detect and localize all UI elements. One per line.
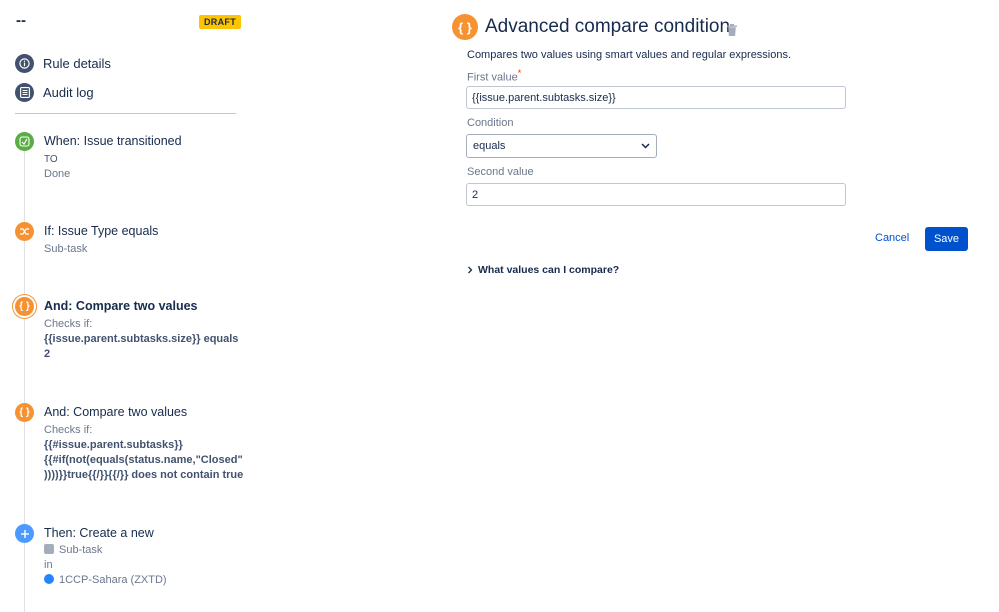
step-and1-checks: Checks if: [44,318,93,330]
step-if[interactable]: If: Issue Type equals Sub-task [15,222,245,257]
step-then-title: Then: Create a new [44,526,154,540]
transition-icon [15,132,34,151]
step-and-compare-2[interactable]: { } And: Compare two values Checks if: {… [15,403,245,483]
plus-icon [15,524,34,543]
step-trigger-to-label: TO [44,154,58,165]
step-and1-line2: 2 [44,348,51,360]
step-and1-title: And: Compare two values [44,299,198,313]
step-and-compare-1[interactable]: { } And: Compare two values Checks if: {… [15,297,245,362]
shuffle-icon [15,222,34,241]
save-button[interactable]: Save [925,227,968,251]
step-and2-line2: {{#if(not(equals(status.name,"Closed" [44,454,243,466]
first-value-input[interactable] [466,86,846,109]
step-if-value: Sub-task [44,243,88,255]
step-then-in: in [44,559,53,571]
step-and1-line1: {{issue.parent.subtasks.size}} equals [44,333,239,345]
status-badge: DRAFT [199,15,241,29]
second-value-label: Second value [467,166,534,178]
panel-description: Compares two values using smart values a… [467,49,792,61]
step-then-project: 1CCP-Sahara (ZXTD) [59,574,167,586]
rule-title: -- [16,12,26,29]
condition-select[interactable]: equals [466,134,657,158]
cancel-button[interactable]: Cancel [875,232,909,244]
step-trigger-title: When: Issue transitioned [44,134,182,148]
braces-icon: { } [15,403,34,422]
nav-rule-details[interactable]: Rule details [15,53,111,73]
step-trigger-to-value: Done [44,168,71,180]
nav-rule-details-label: Rule details [43,55,111,71]
step-then-create[interactable]: Then: Create a new Sub-task in 1CCP-Saha… [15,524,245,588]
rule-sidebar: -- DRAFT Rule details Audit log When: Is… [0,0,250,612]
page-title: Advanced compare condition [485,16,731,37]
divider [15,113,236,114]
condition-select-value: equals [473,140,506,152]
chevron-down-icon [641,143,650,149]
trash-icon[interactable] [727,23,737,36]
help-expander[interactable]: What values can I compare? [466,264,619,276]
first-value-label: First value* [467,68,522,84]
nav-audit-log[interactable]: Audit log [15,82,94,102]
list-icon [15,82,34,102]
info-icon [15,53,34,73]
subtask-icon [44,544,54,554]
second-value-input[interactable] [466,183,846,206]
step-trigger[interactable]: When: Issue transitioned TO Done [15,132,245,182]
step-and2-line1: {{#issue.parent.subtasks}} [44,439,183,451]
help-expander-label: What values can I compare? [478,264,620,276]
step-if-title: If: Issue Type equals [44,224,159,238]
step-and2-line3: ))))}}true{{/}}{{/}} does not contain tr… [44,469,244,481]
step-and2-checks: Checks if: [44,424,93,436]
chevron-right-icon [468,266,473,274]
braces-icon: { } [452,14,478,40]
step-and2-title: And: Compare two values [44,405,188,419]
braces-icon: { } [15,297,34,316]
nav-audit-log-label: Audit log [43,84,94,100]
project-avatar-icon [44,574,54,584]
condition-label: Condition [467,117,514,129]
step-then-issue-type: Sub-task [59,544,103,556]
required-mark: * [517,68,522,78]
